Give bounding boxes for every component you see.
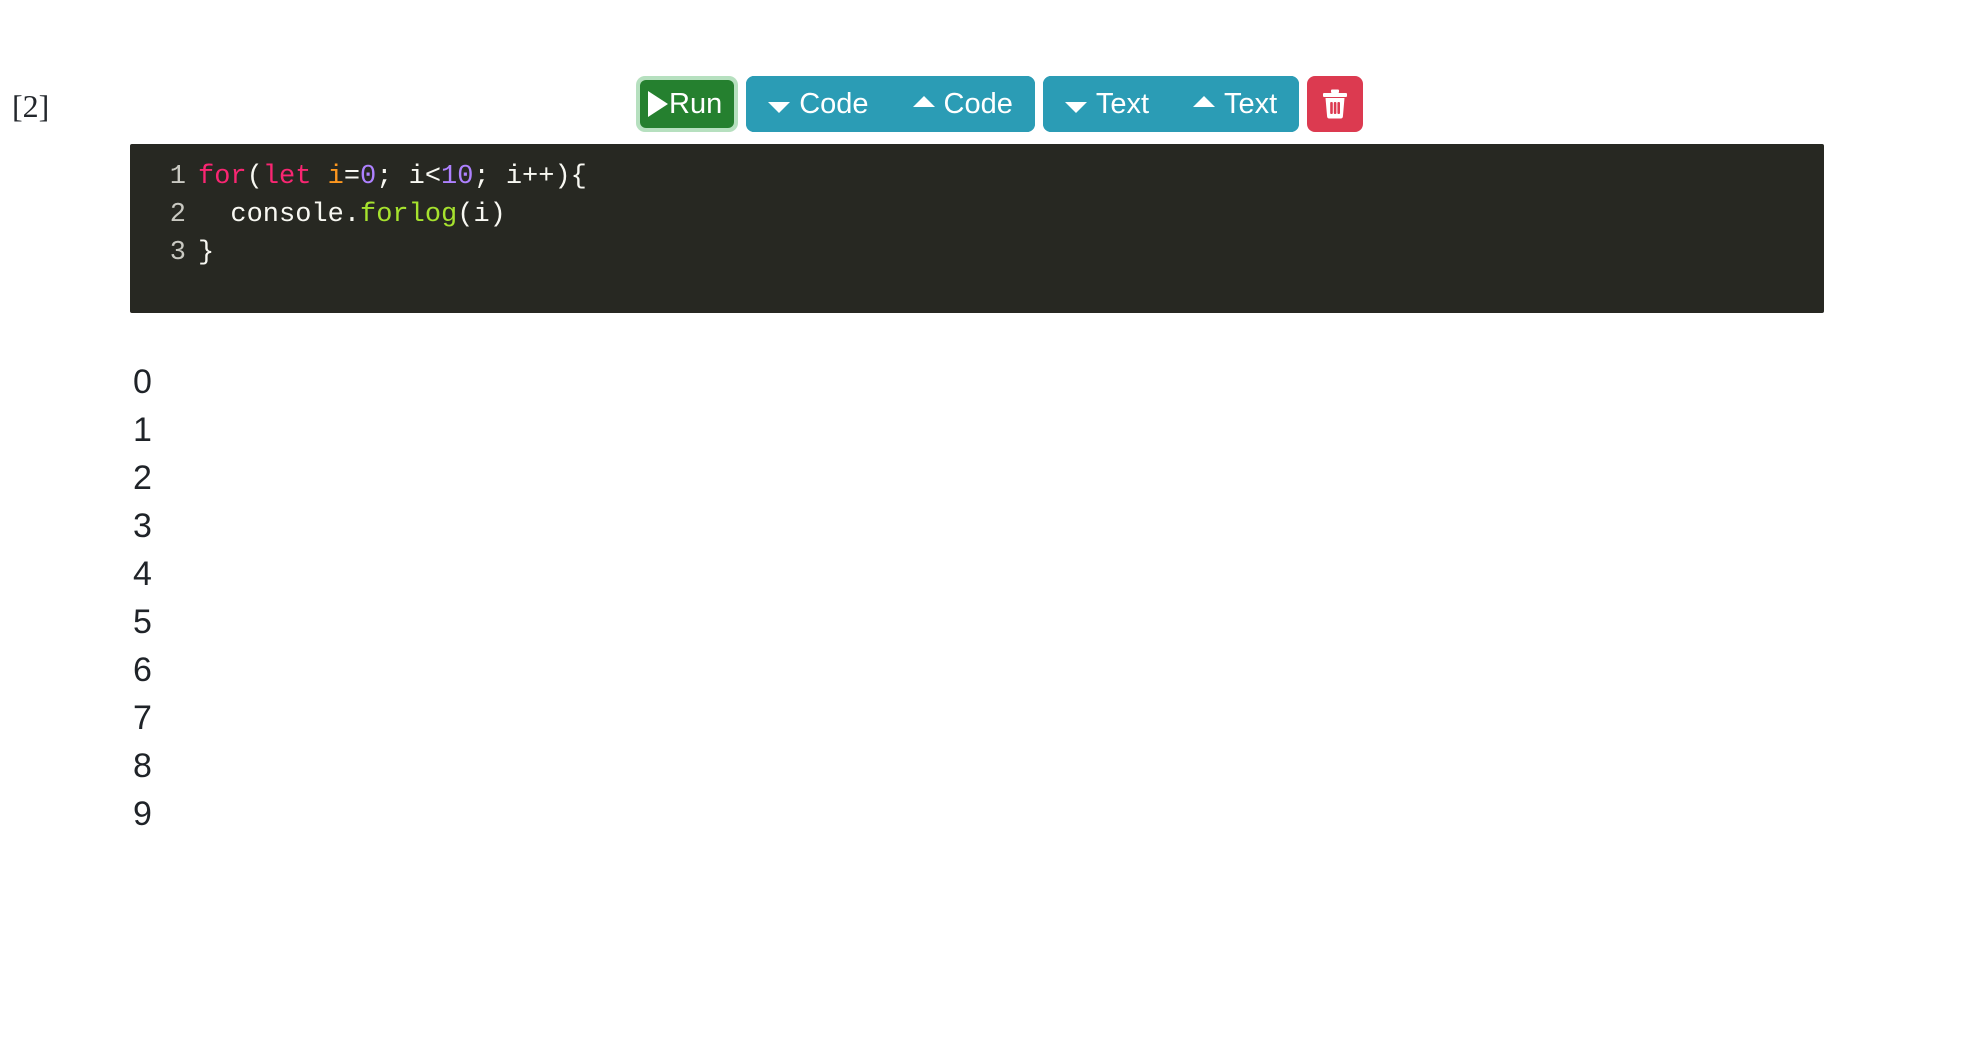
insert-text-below-label: Text — [1095, 87, 1150, 120]
output-line: 6 — [133, 651, 152, 689]
run-button-label: Run — [669, 87, 723, 120]
code-token: forlog — [360, 200, 458, 230]
code-token: console. — [198, 200, 361, 230]
code-line-number: 1 — [169, 162, 186, 192]
code-line-number: 2 — [169, 200, 186, 230]
output-line: 0 — [133, 363, 152, 401]
code-token: = — [343, 162, 361, 192]
code-token: (i) — [457, 200, 506, 230]
output-line: 2 — [133, 459, 152, 497]
previous-cell-output-tail: 9 — [133, 0, 152, 4]
output-line: 4 — [133, 555, 152, 593]
code-token: 10 — [441, 162, 474, 192]
code-token: i — [327, 162, 344, 192]
insert-text-above-button[interactable]: Text — [1171, 76, 1300, 132]
code-token: 0 — [360, 162, 377, 192]
cell-toolbar: Run Code Code Text Text — [636, 76, 1364, 132]
code-token: ( — [246, 162, 263, 192]
insert-code-above-label: Code — [943, 87, 1013, 120]
code-line: 2 console.forlog(i) — [130, 200, 1824, 238]
insert-text-above-label: Text — [1224, 87, 1278, 120]
code-token: let — [262, 162, 312, 192]
code-lines-container: 1 for(let i=0; i<10; i++){2 console.forlo… — [130, 162, 1824, 276]
insert-text-button-group: Text Text — [1042, 76, 1300, 132]
caret-up-icon — [912, 95, 935, 107]
code-line: 1 for(let i=0; i<10; i++){ — [130, 162, 1824, 200]
insert-code-below-button[interactable]: Code — [746, 76, 891, 132]
trash-icon — [1320, 88, 1350, 120]
notebook-cell-page: 9 [2] Run Code Code Text — [0, 0, 1982, 1038]
output-line: 5 — [133, 603, 152, 641]
insert-code-button-group: Code Code — [746, 76, 1035, 132]
play-icon — [648, 91, 668, 117]
output-line: 8 — [133, 747, 152, 785]
cell-output: 0 1 2 3 4 5 6 7 8 9 — [133, 358, 1833, 838]
caret-up-icon — [1193, 95, 1216, 107]
code-token: for — [198, 162, 247, 192]
run-button[interactable]: Run — [640, 80, 735, 128]
output-line: 9 — [133, 795, 152, 833]
code-line-number: 3 — [169, 238, 186, 268]
output-line: 7 — [133, 699, 152, 737]
insert-code-below-label: Code — [799, 87, 869, 120]
output-lines-container: 0 1 2 3 4 5 6 7 8 9 — [133, 358, 1833, 838]
code-line-text: console.forlog(i) — [186, 200, 506, 230]
delete-cell-button[interactable] — [1307, 76, 1364, 132]
code-line: 3} — [130, 238, 1824, 276]
caret-down-icon — [768, 101, 791, 113]
execution-counter-label: [2] — [12, 88, 50, 124]
output-line: 3 — [133, 507, 152, 545]
code-editor[interactable]: 1 for(let i=0; i<10; i++){2 console.forlo… — [130, 144, 1824, 313]
code-line-text: } — [186, 238, 214, 268]
output-line: 1 — [133, 411, 152, 449]
code-token: } — [198, 238, 215, 268]
code-token: ; i++){ — [473, 162, 587, 192]
insert-text-below-button[interactable]: Text — [1042, 76, 1172, 132]
run-button-focus-ring: Run — [636, 76, 739, 132]
caret-down-icon — [1064, 101, 1087, 113]
code-line-text: for(let i=0; i<10; i++){ — [186, 162, 587, 192]
code-token: ; i< — [376, 162, 442, 192]
insert-code-above-button[interactable]: Code — [890, 76, 1035, 132]
